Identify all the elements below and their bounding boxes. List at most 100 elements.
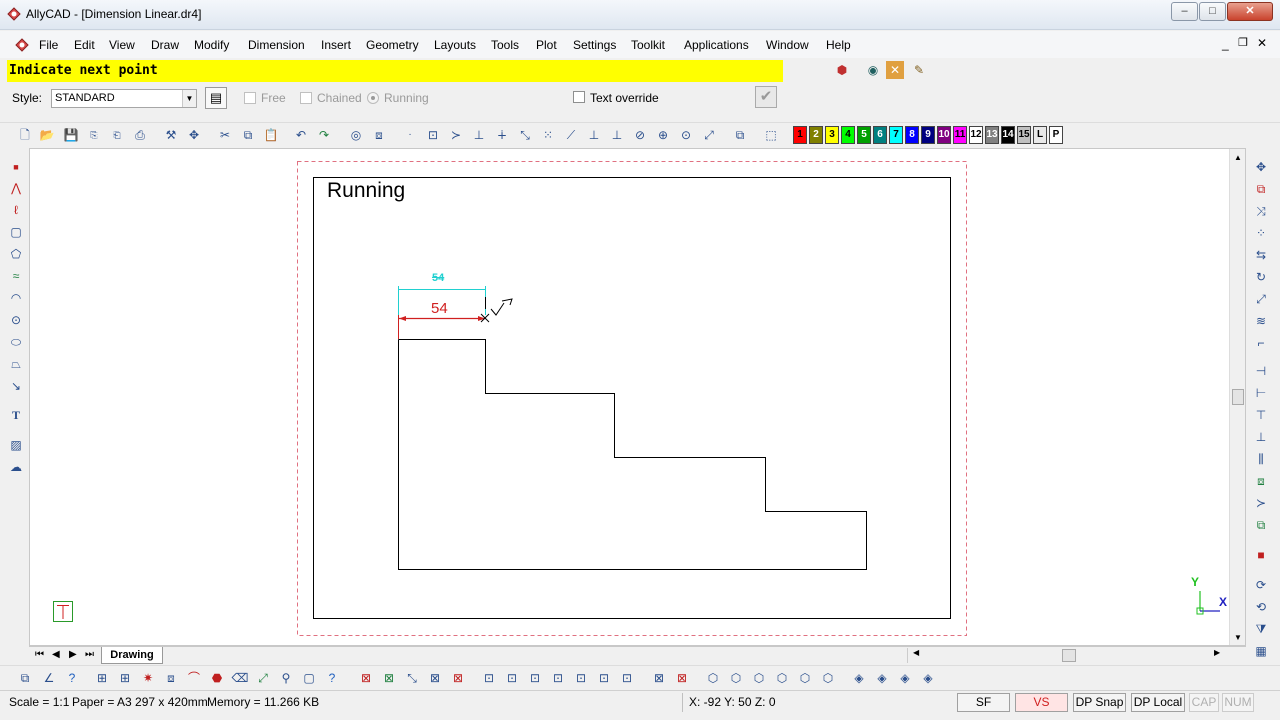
polygon-icon[interactable]: ⬠	[7, 245, 25, 263]
close-button[interactable]: ✕	[1227, 2, 1273, 21]
query-icon[interactable]: ?	[323, 669, 341, 687]
zoom-window-icon[interactable]: ⧉	[16, 669, 34, 687]
arc-icon[interactable]: ◠	[7, 289, 25, 307]
color-swatch-4[interactable]: 4	[841, 126, 855, 144]
fillet-icon[interactable]: ⌐	[1252, 334, 1270, 352]
explode-icon[interactable]: ⟳	[1252, 576, 1270, 594]
measure-icon[interactable]: ⟲	[1252, 598, 1270, 616]
tools-icon[interactable]: ⚒	[162, 126, 180, 144]
mdi-restore-icon[interactable]: ❐	[1238, 36, 1248, 49]
window-select-icon[interactable]: ⧉	[731, 126, 749, 144]
maximize-button[interactable]: □	[1199, 2, 1226, 21]
menu-dimension[interactable]: Dimension	[248, 38, 305, 52]
color-swatch-10[interactable]: 10	[937, 126, 951, 144]
scale-icon[interactable]: ⤢	[1252, 290, 1270, 308]
sf-toggle[interactable]: SF	[957, 693, 1010, 712]
view-7-icon[interactable]: ⊡	[618, 669, 636, 687]
chained-checkbox[interactable]	[300, 92, 312, 104]
properties-edit-icon[interactable]: ▦	[1252, 642, 1270, 660]
info-icon[interactable]: ⚲	[277, 669, 295, 687]
open-drg-icon[interactable]: ⎘	[85, 126, 103, 144]
block-icon[interactable]: ⧈	[162, 669, 180, 687]
trim-icon[interactable]: ⊣	[1252, 362, 1270, 380]
render-1-icon[interactable]: ◈	[850, 669, 868, 687]
snap-midpoint-icon[interactable]: ∔	[493, 126, 511, 144]
menu-tools[interactable]: Tools	[491, 38, 519, 52]
chamfer-icon[interactable]: ≻	[1252, 494, 1270, 512]
color-swatch-12[interactable]: 12	[969, 126, 983, 144]
color-swatch-2[interactable]: 2	[809, 126, 823, 144]
vs-toggle[interactable]: VS	[1015, 693, 1068, 712]
color-swatch-11[interactable]: 11	[953, 126, 967, 144]
menu-plot[interactable]: Plot	[536, 38, 557, 52]
color-swatch-8[interactable]: 8	[905, 126, 919, 144]
zoom-extents-icon[interactable]: ⊠	[357, 669, 375, 687]
menu-geometry[interactable]: Geometry	[366, 38, 419, 52]
hatch-icon[interactable]: ▨	[7, 436, 25, 454]
zoom-out-icon[interactable]: ⤡	[403, 669, 421, 687]
prev-tab-icon[interactable]: ◀	[52, 649, 60, 660]
import-txt-icon[interactable]: ⎗	[108, 126, 126, 144]
horizontal-scrollbar[interactable]: ◀ ▶	[907, 648, 1225, 663]
view-4-icon[interactable]: ⊡	[549, 669, 567, 687]
color-swatch-7[interactable]: 7	[889, 126, 903, 144]
move-icon[interactable]: ✥	[1252, 158, 1270, 176]
break-icon[interactable]: ⊤	[1252, 406, 1270, 424]
next-tab-icon[interactable]: ▶	[69, 649, 77, 660]
save-icon[interactable]: 💾	[62, 126, 80, 144]
dp-snap-toggle[interactable]: DP Snap	[1073, 693, 1126, 712]
render-3-icon[interactable]: ◈	[896, 669, 914, 687]
menu-file[interactable]: File	[39, 38, 58, 52]
menu-help[interactable]: Help	[826, 38, 851, 52]
snap-center-icon[interactable]: ⊡	[424, 126, 442, 144]
style-settings-button[interactable]: ▤	[205, 87, 227, 109]
pan-icon[interactable]: ✥	[185, 126, 203, 144]
snap-grid-icon[interactable]: ⁙	[539, 126, 557, 144]
snap-perpendicular-icon[interactable]: ⊥	[470, 126, 488, 144]
apply-button[interactable]: ✔	[755, 86, 777, 108]
new-file-icon[interactable]: 🗋	[16, 126, 34, 144]
scroll-down-icon[interactable]: ▼	[1234, 633, 1242, 642]
mdi-minimize-icon[interactable]: _	[1222, 37, 1229, 51]
delete-icon[interactable]: ■	[1252, 546, 1270, 564]
menu-layouts[interactable]: Layouts	[434, 38, 476, 52]
spline-icon[interactable]: ℓ	[7, 201, 25, 219]
leader-icon[interactable]: ↘	[7, 377, 25, 395]
iso-4-icon[interactable]: ⬡	[773, 669, 791, 687]
layers-icon[interactable]: ◎	[347, 126, 365, 144]
frame-icon[interactable]: ▢	[300, 669, 318, 687]
first-tab-icon[interactable]: ⏮	[35, 649, 44, 660]
text-override-checkbox[interactable]	[573, 91, 585, 103]
stretch-icon[interactable]: ⇆	[1252, 246, 1270, 264]
free-checkbox[interactable]	[244, 92, 256, 104]
grid-snap-icon[interactable]: ⊞	[116, 669, 134, 687]
snap-quadrant-icon[interactable]: ⊕	[654, 126, 672, 144]
snap-base-icon[interactable]: ⊥	[608, 126, 626, 144]
color-swatch-p[interactable]: P	[1049, 126, 1063, 144]
regen-icon[interactable]: ⊠	[673, 669, 691, 687]
render-4-icon[interactable]: ◈	[919, 669, 937, 687]
select-tool-icon[interactable]: ⬚	[762, 126, 780, 144]
rectangle-icon[interactable]: ▢	[7, 223, 25, 241]
vertical-scroll-thumb[interactable]	[1232, 389, 1244, 405]
drawing-canvas[interactable]: Running 54 54 Y X ▲ ▼	[29, 148, 1246, 646]
render-2-icon[interactable]: ◈	[873, 669, 891, 687]
snap-line-icon[interactable]: ⟋	[562, 126, 580, 144]
snap-point-icon[interactable]: ·	[401, 126, 419, 144]
color-swatch-6[interactable]: 6	[873, 126, 887, 144]
menu-window[interactable]: Window	[766, 38, 809, 52]
iso-1-icon[interactable]: ⬡	[704, 669, 722, 687]
color-swatch-13[interactable]: 13	[985, 126, 999, 144]
tab-drawing[interactable]: Drawing	[101, 647, 163, 664]
scroll-up-icon[interactable]: ▲	[1234, 153, 1242, 162]
color-swatch-14[interactable]: 14	[1001, 126, 1015, 144]
polyline-icon[interactable]: ⋀	[7, 179, 25, 197]
menu-draw[interactable]: Draw	[151, 38, 179, 52]
align-icon[interactable]: ⧩	[1252, 620, 1270, 638]
view-3-icon[interactable]: ⊡	[526, 669, 544, 687]
scroll-right-icon[interactable]: ▶	[1214, 648, 1220, 657]
redo-icon[interactable]: ↷	[315, 126, 333, 144]
iso-6-icon[interactable]: ⬡	[819, 669, 837, 687]
zoom-in-icon[interactable]: ⊠	[380, 669, 398, 687]
paste-icon[interactable]: 📋	[262, 126, 280, 144]
